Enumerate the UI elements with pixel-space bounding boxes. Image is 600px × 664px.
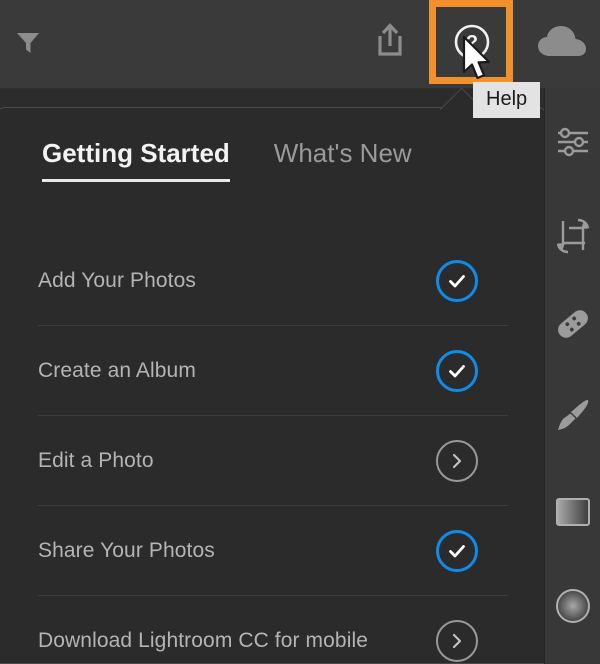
list-item-label: Download Lightroom CC for mobile xyxy=(38,628,369,652)
tab-getting-started[interactable]: Getting Started xyxy=(42,138,230,182)
check-icon[interactable] xyxy=(436,259,478,302)
list-item[interactable]: Add Your Photos xyxy=(38,236,508,326)
crop-rotate-icon[interactable] xyxy=(545,208,600,264)
panel-tabs: Getting Started What's New xyxy=(42,138,412,182)
list-item[interactable]: Edit a Photo xyxy=(38,416,508,506)
list-item-label: Edit a Photo xyxy=(38,448,154,472)
linear-gradient-icon[interactable] xyxy=(545,484,600,540)
check-icon[interactable] xyxy=(436,349,478,392)
share-export-icon[interactable] xyxy=(368,16,412,64)
lightroom-help-screen: ? Help Getting Started What's New Add Yo… xyxy=(0,0,600,664)
list-item-label: Share Your Photos xyxy=(38,538,215,562)
list-item-label: Add Your Photos xyxy=(38,268,196,292)
list-item[interactable]: Share Your Photos xyxy=(38,506,508,596)
paintbrush-icon[interactable] xyxy=(545,388,600,444)
edit-tool-rail xyxy=(544,88,600,664)
chevron-right-icon[interactable] xyxy=(436,619,478,662)
chevron-right-icon[interactable] xyxy=(436,439,478,482)
list-item[interactable]: Create an Album xyxy=(38,326,508,416)
getting-started-checklist: Add Your Photos Create an Album Edit a P… xyxy=(38,236,508,663)
check-icon[interactable] xyxy=(436,529,478,572)
list-item[interactable]: Download Lightroom CC for mobile xyxy=(38,596,508,663)
sliders-icon[interactable] xyxy=(545,114,600,170)
help-button-highlight xyxy=(429,0,513,84)
help-tooltip: Help xyxy=(473,82,541,118)
top-toolbar: ? xyxy=(0,0,600,89)
healing-bandage-icon[interactable] xyxy=(545,296,600,352)
cloud-sync-icon[interactable] xyxy=(536,20,588,64)
help-popover-panel: Getting Started What's New Add Your Phot… xyxy=(0,107,547,664)
radial-gradient-icon[interactable] xyxy=(545,578,600,634)
filter-funnel-icon[interactable] xyxy=(6,20,50,64)
list-item-label: Create an Album xyxy=(38,358,196,382)
tab-whats-new[interactable]: What's New xyxy=(274,138,412,182)
